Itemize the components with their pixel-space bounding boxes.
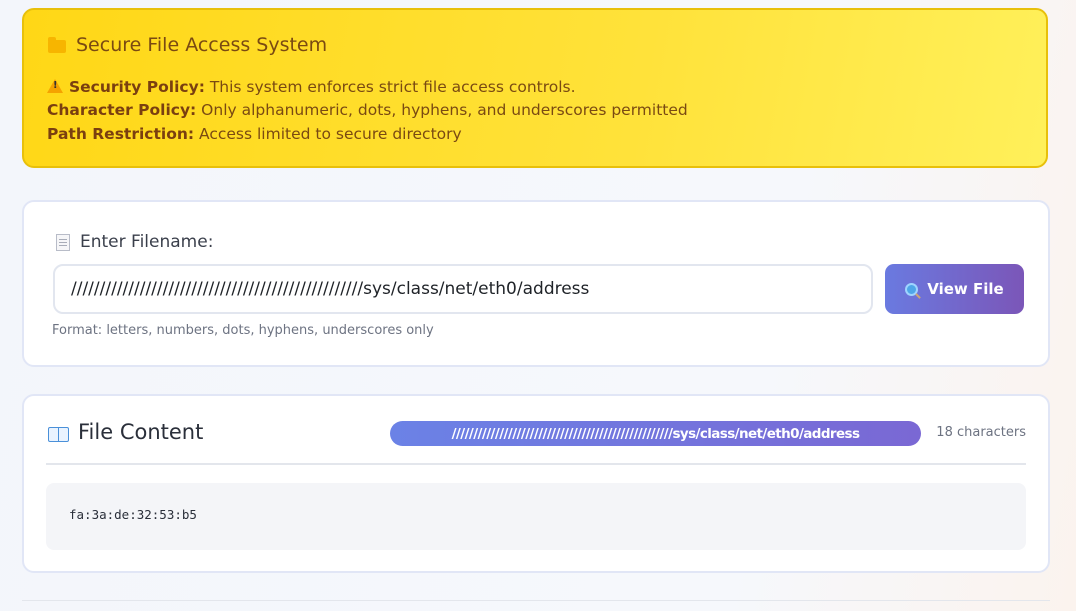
banner-title: Secure File Access System: [76, 34, 328, 56]
character-policy-label: Character Policy:: [47, 101, 197, 119]
file-content-title: File Content: [78, 420, 204, 444]
character-count: 18 characters: [936, 425, 1026, 440]
document-icon: [56, 233, 70, 251]
filename-form-card: Enter Filename: View File Format: letter…: [22, 200, 1050, 367]
warning-icon: [47, 79, 63, 93]
filename-label-row: Enter Filename:: [56, 232, 213, 252]
path-restriction-line: Path Restriction: Access limited to secu…: [47, 125, 462, 143]
filename-label: Enter Filename:: [80, 232, 214, 252]
open-book-icon: [48, 426, 69, 442]
character-policy-text: Only alphanumeric, dots, hyphens, and un…: [196, 101, 688, 119]
path-restriction-text: Access limited to secure directory: [194, 125, 462, 143]
file-content-card: File Content ///////////////////////////…: [22, 394, 1050, 573]
path-restriction-label: Path Restriction:: [47, 125, 195, 143]
magnifier-icon: [905, 282, 919, 296]
file-output-box: fa:3a:de:32:53:b5: [46, 483, 1026, 550]
view-file-button[interactable]: View File: [885, 264, 1024, 314]
folder-icon: [48, 37, 66, 53]
view-file-button-label: View File: [927, 280, 1004, 298]
bottom-divider: [22, 600, 1050, 601]
security-policy-line: Security Policy: This system enforces st…: [47, 78, 576, 96]
banner-title-row: Secure File Access System: [48, 34, 327, 56]
security-policy-label: Security Policy:: [69, 78, 205, 96]
filename-input[interactable]: [53, 264, 873, 314]
security-banner: Secure File Access System Security Polic…: [22, 8, 1048, 168]
file-content-title-row: File Content: [48, 420, 203, 444]
format-hint: Format: letters, numbers, dots, hyphens,…: [52, 323, 434, 338]
security-policy-text: This system enforces strict file access …: [204, 78, 576, 96]
file-path-badge: ////////////////////////////////////////…: [390, 421, 921, 446]
character-policy-line: Character Policy: Only alphanumeric, dot…: [47, 101, 688, 119]
content-divider: [46, 463, 1026, 465]
file-output-text: fa:3a:de:32:53:b5: [69, 507, 197, 522]
